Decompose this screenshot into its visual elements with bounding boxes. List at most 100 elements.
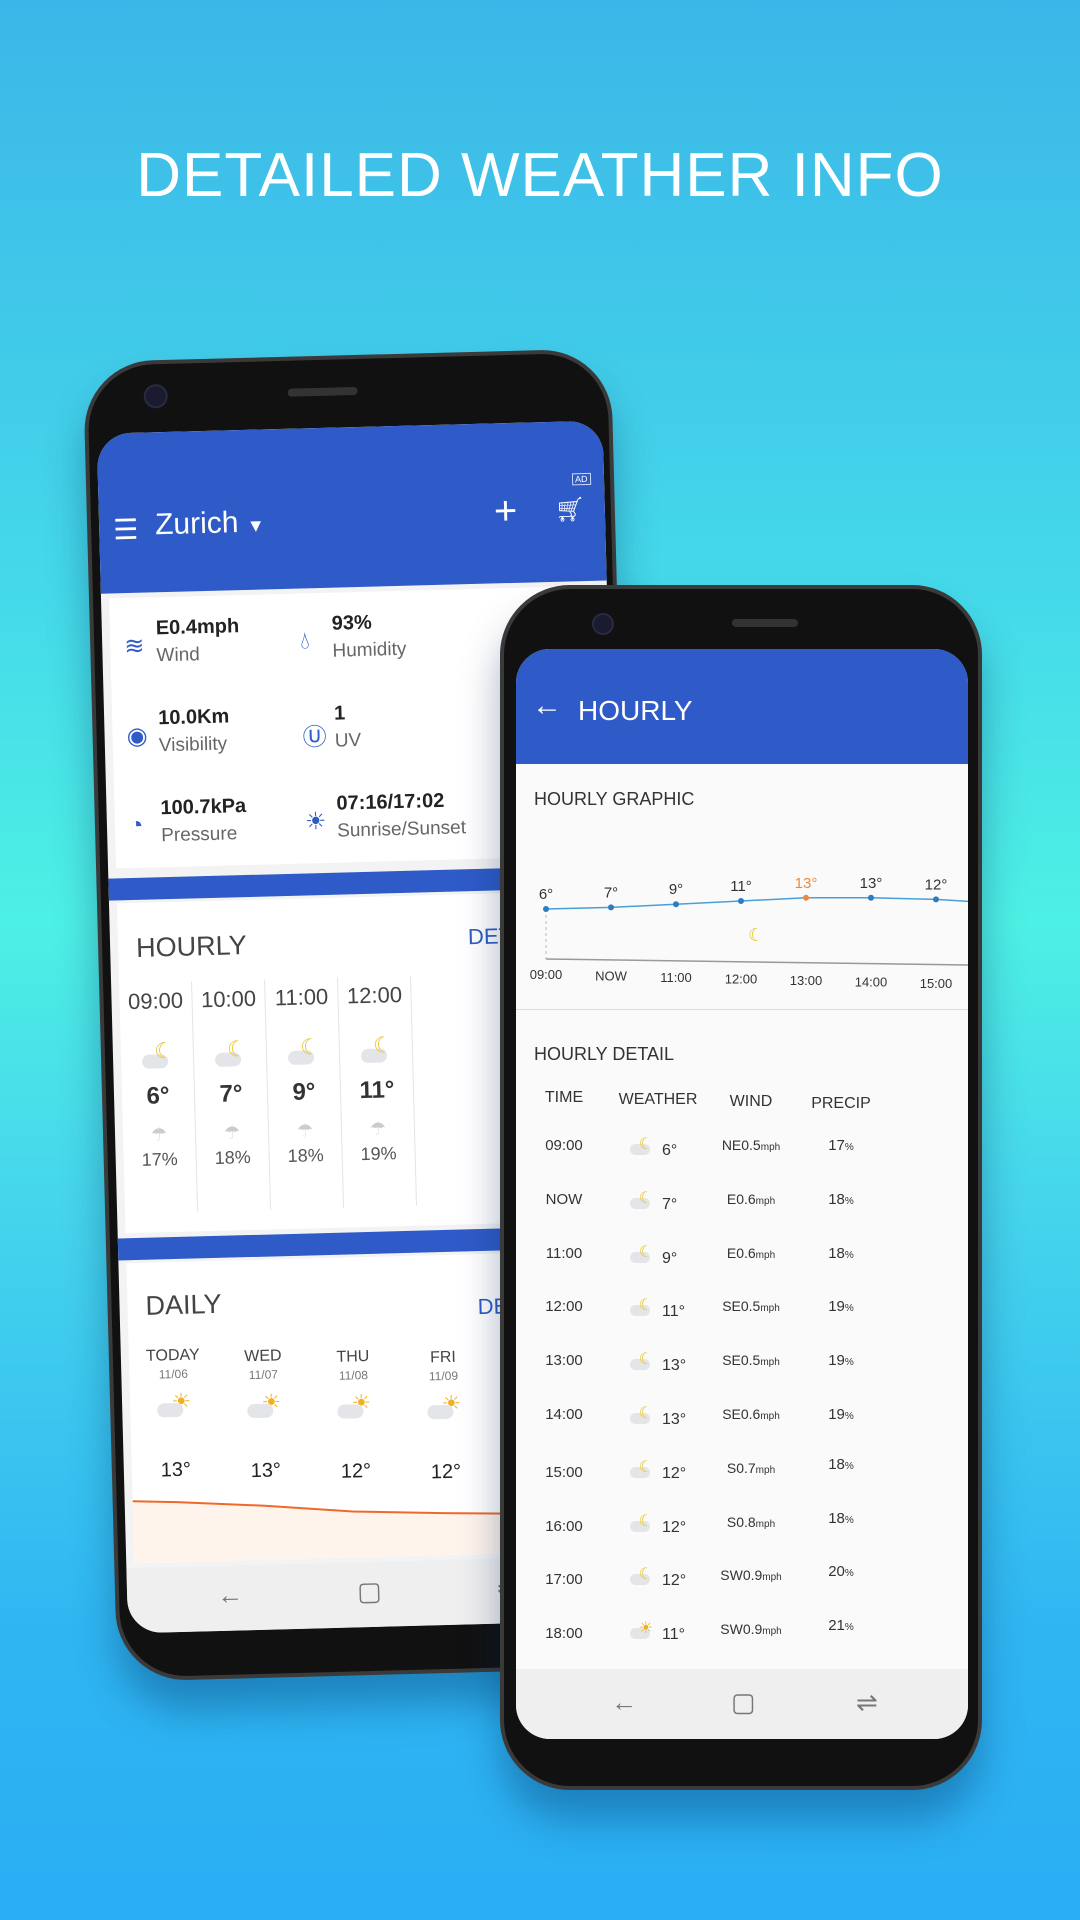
front-camera bbox=[143, 383, 169, 409]
umbrella-icon: ☂ bbox=[150, 1124, 168, 1145]
x-tick-label: 14:00 bbox=[855, 975, 888, 990]
wind-cell: E0.6mph bbox=[701, 1191, 801, 1207]
back-nav-icon[interactable]: ← bbox=[217, 1579, 244, 1611]
daily-column[interactable]: TODAY 11/06 ☀ 13° bbox=[129, 1346, 221, 1483]
humidity-drop-icon: 💧︎ bbox=[299, 627, 311, 655]
weather-cell: ☾ 12° bbox=[630, 1459, 686, 1483]
chart-x-axis bbox=[545, 958, 968, 966]
recents-nav-icon[interactable]: ⇌ bbox=[856, 1687, 878, 1718]
hour-precip: 19% bbox=[360, 1143, 397, 1165]
table-row: 14:00 ☾ 13° SE0.6mph 19% bbox=[516, 1406, 968, 1436]
row-precip: 18 bbox=[828, 1455, 845, 1473]
wind-unit: mph bbox=[760, 1357, 780, 1369]
app-header: ☰ Zurich ▼ + 🛒︎ AD bbox=[96, 420, 607, 594]
temp-point bbox=[608, 904, 614, 911]
column-header: WEATHER bbox=[618, 1091, 698, 1108]
partly-cloudy-day-icon: ☀ bbox=[157, 1389, 192, 1418]
partly-cloudy-night-icon: ☾ bbox=[748, 925, 764, 945]
day-date: 11/09 bbox=[428, 1368, 459, 1384]
wind-icon: ≋ bbox=[123, 632, 145, 661]
daily-title: DAILY bbox=[145, 1288, 222, 1321]
x-tick-label: 12:00 bbox=[725, 972, 758, 987]
hour-time: 10:00 bbox=[200, 985, 257, 1013]
wind-unit: mph bbox=[760, 1142, 781, 1153]
hour-time: 12:00 bbox=[346, 982, 403, 1009]
temp-point bbox=[933, 896, 939, 903]
row-time: 09:00 bbox=[545, 1137, 583, 1154]
row-time: NOW bbox=[545, 1190, 583, 1208]
partly-cloudy-night-icon: ☾ bbox=[630, 1513, 654, 1532]
x-tick-label: 11:00 bbox=[660, 970, 692, 985]
precip-cell: 18% bbox=[791, 1510, 891, 1527]
condition-label: Humidity bbox=[332, 638, 407, 662]
speaker-grille bbox=[732, 619, 798, 627]
temp-label: 7° bbox=[604, 884, 618, 901]
weather-cell: ☾ 13° bbox=[630, 1406, 686, 1429]
precip-cell: 21% bbox=[791, 1617, 891, 1634]
row-precip: 19 bbox=[828, 1352, 845, 1370]
weather-cell: ☾ 9° bbox=[630, 1244, 677, 1268]
city-selector[interactable]: Zurich ▼ bbox=[155, 505, 265, 542]
hourly-temp-chart: 6° 09:00 7° NOW 9° 11:00 11° 12:00 13° 13:00 13° 14… bbox=[530, 875, 968, 990]
row-wind: S0.8 bbox=[726, 1513, 756, 1530]
wind-cell: E0.6mph bbox=[701, 1245, 801, 1261]
add-city-button[interactable]: + bbox=[493, 489, 518, 535]
temp-label: 11° bbox=[730, 878, 752, 895]
row-temp: 6° bbox=[662, 1142, 678, 1159]
hourly-column[interactable]: 12:00 ☾ 11° ☂ 19% bbox=[338, 975, 418, 1208]
condition-label: Visibility bbox=[158, 733, 228, 757]
row-temp: 11° bbox=[662, 1626, 686, 1644]
home-nav-icon[interactable]: ▢ bbox=[731, 1687, 756, 1718]
precip-unit: % bbox=[844, 1568, 854, 1580]
partly-cloudy-night-icon: ☾ bbox=[630, 1190, 654, 1209]
daily-column[interactable]: FRI 11/09 ☀ 12° bbox=[399, 1348, 491, 1485]
sunrise-icon: ☀︎ bbox=[304, 807, 327, 836]
row-time: 14:00 bbox=[545, 1406, 583, 1423]
precip-unit: % bbox=[844, 1249, 854, 1261]
wind-cell: SW0.9mph bbox=[701, 1621, 801, 1637]
wind-cell: S0.7mph bbox=[701, 1460, 801, 1476]
hourly-column[interactable]: 10:00 ☾ 7° ☂ 18% bbox=[192, 979, 272, 1212]
condition-value: 10.0Km bbox=[157, 705, 230, 730]
partly-cloudy-day-icon: ☀ bbox=[337, 1390, 372, 1419]
back-nav-icon[interactable]: ← bbox=[611, 1687, 637, 1718]
temp-point bbox=[738, 898, 744, 904]
day-temp: 12° bbox=[430, 1460, 462, 1484]
weather-cell: ☾ 13° bbox=[630, 1352, 686, 1375]
table-row: 11:00 ☾ 9° E0.6mph 18% bbox=[516, 1244, 968, 1275]
temp-label: 13° bbox=[795, 875, 818, 892]
precip-unit: % bbox=[844, 1195, 854, 1207]
precip-unit: % bbox=[844, 1460, 854, 1472]
daily-column[interactable]: THU 11/08 ☀ 12° bbox=[309, 1347, 401, 1484]
day-temp: 13° bbox=[160, 1458, 192, 1482]
precip-unit: % bbox=[844, 1622, 854, 1634]
hourly-column[interactable]: 09:00 ☾ 6° ☂ 17% bbox=[119, 981, 199, 1214]
row-time: 18:00 bbox=[545, 1625, 583, 1643]
row-wind: SE0.5 bbox=[722, 1352, 761, 1369]
precip-unit: % bbox=[844, 1303, 854, 1315]
menu-icon[interactable]: ☰ bbox=[113, 513, 139, 547]
hourly-header: ← HOURLY bbox=[516, 649, 968, 764]
weather-cell: ☀ 11° bbox=[630, 1621, 685, 1644]
partly-cloudy-night-icon: ☾ bbox=[287, 1034, 320, 1065]
weather-cell: ☾ 7° bbox=[630, 1190, 677, 1214]
precip-cell: 20% bbox=[791, 1563, 891, 1580]
day-date: 11/08 bbox=[338, 1368, 369, 1383]
front-camera bbox=[592, 613, 614, 635]
row-wind: E0.6 bbox=[726, 1244, 756, 1261]
daily-column[interactable]: WED 11/07 ☀ 13° bbox=[219, 1347, 311, 1484]
hourly-column[interactable]: 11:00 ☾ 9° ☂ 18% bbox=[265, 977, 345, 1210]
day-temp: 13° bbox=[250, 1459, 282, 1483]
cart-icon[interactable]: 🛒︎ bbox=[554, 495, 586, 525]
hour-temp: 11° bbox=[359, 1076, 395, 1105]
row-wind: NE0.5 bbox=[721, 1137, 761, 1153]
wind-unit: mph bbox=[762, 1572, 782, 1584]
wind-unit: mph bbox=[755, 1195, 776, 1207]
uv-icon: Ⓤ bbox=[302, 723, 328, 752]
table-row: 13:00 ☾ 13° SE0.5mph 19% bbox=[516, 1352, 968, 1382]
back-arrow-icon[interactable]: ← bbox=[532, 689, 562, 723]
wind-unit: mph bbox=[762, 1626, 782, 1638]
row-time: 17:00 bbox=[545, 1571, 583, 1589]
row-temp: 13° bbox=[662, 1357, 687, 1375]
home-nav-icon[interactable]: ▢ bbox=[357, 1576, 382, 1608]
